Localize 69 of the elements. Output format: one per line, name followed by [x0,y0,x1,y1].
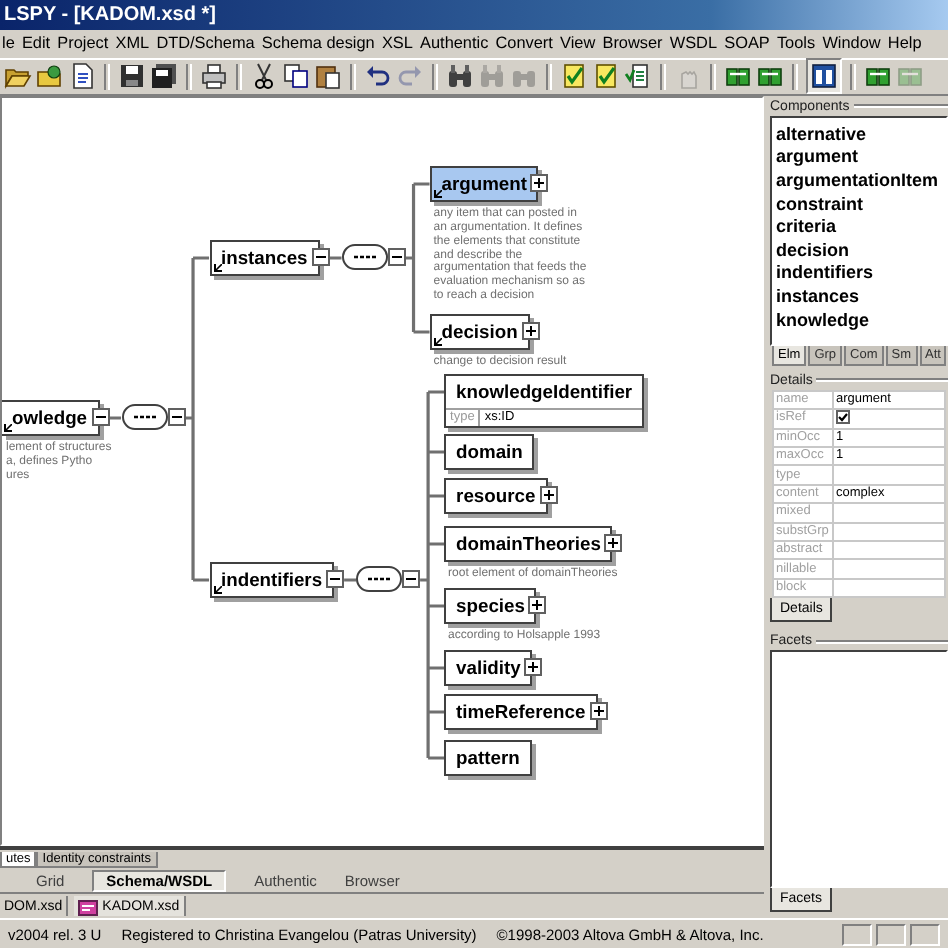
copy-icon[interactable] [282,62,310,91]
component-item[interactable]: argumentationItem [776,170,946,194]
component-item[interactable]: alternative [776,123,946,147]
schema-element[interactable]: resource [444,477,548,514]
collapse-icon[interactable] [311,248,330,267]
menu-item[interactable]: View [560,34,596,53]
component-item[interactable]: decision [776,239,946,263]
schema-element[interactable]: instances [209,239,320,276]
schema-element[interactable]: domain [444,433,535,470]
status-pane [876,923,906,946]
undo-icon[interactable] [364,62,392,91]
check-document-icon[interactable] [592,62,620,91]
layout-icon[interactable] [810,62,838,91]
expand-icon[interactable] [530,174,549,193]
schema-element[interactable]: owledge [2,399,100,436]
collapse-icon[interactable] [167,408,186,427]
status-pane [910,923,940,946]
document-icon[interactable] [624,62,652,91]
expand-icon[interactable] [528,596,547,615]
expand-icon[interactable] [524,658,543,677]
schema-element[interactable]: domainTheories [444,525,613,562]
menu-item[interactable]: XSL [381,34,413,53]
component-item[interactable]: instances [776,285,946,310]
schema-element[interactable]: decision [429,313,530,350]
menu-item[interactable]: le [2,34,15,53]
schema-element[interactable]: argument [429,165,539,202]
expand-icon[interactable] [589,702,608,721]
expand-icon[interactable] [521,322,540,341]
paste-icon[interactable] [314,62,342,91]
component-item[interactable]: knowledge [776,309,946,333]
menu-item[interactable]: Project [57,34,109,53]
folder-icon[interactable] [36,62,64,91]
save-icon[interactable] [118,62,146,91]
component-item[interactable]: constraint [776,193,946,217]
menu-item[interactable]: Tools [776,34,816,53]
schema-element[interactable]: validity [444,649,533,686]
scissors-icon[interactable] [250,62,278,91]
menu-item[interactable]: Convert [495,34,553,53]
window-title: LSPY - [KADOM.xsd *] [4,3,216,26]
component-item[interactable]: indentifiers [776,262,946,286]
document-icon[interactable] [68,62,96,91]
disk-stack-icon[interactable] [150,62,178,91]
collapse-icon[interactable] [91,408,110,427]
collapse-icon[interactable] [402,570,421,589]
menu-item[interactable]: DTD/Schema [156,34,255,53]
menu-item[interactable]: Authentic [420,34,489,53]
expand-icon[interactable] [604,534,623,553]
schema-element[interactable]: species [444,587,537,624]
menu-item[interactable]: Schema design [261,34,375,53]
printer-icon[interactable] [200,62,228,91]
status-pane [842,923,872,946]
schema-element[interactable]: timeReference [444,693,598,730]
menu-item[interactable]: WSDL [669,34,718,53]
menu-item[interactable]: Help [887,34,922,53]
binoculars-icon[interactable] [446,62,474,91]
menu-item[interactable]: Browser [602,34,663,53]
collapse-icon[interactable] [387,248,406,267]
collapse-icon[interactable] [326,570,345,589]
menu-item[interactable]: XML [115,34,150,53]
menu-item[interactable]: SOAP [724,34,770,53]
expand-icon[interactable] [539,486,558,505]
component-item[interactable]: argument [776,146,946,170]
menu-item[interactable]: Edit [21,34,51,53]
check-document-icon[interactable] [560,62,588,91]
component-item[interactable]: criteria [776,216,946,240]
schema-element[interactable]: indentifiers [209,561,335,598]
menu-item[interactable]: Window [822,34,881,53]
schema-element[interactable]: pattern [444,739,532,776]
checkbox[interactable] [836,410,850,425]
